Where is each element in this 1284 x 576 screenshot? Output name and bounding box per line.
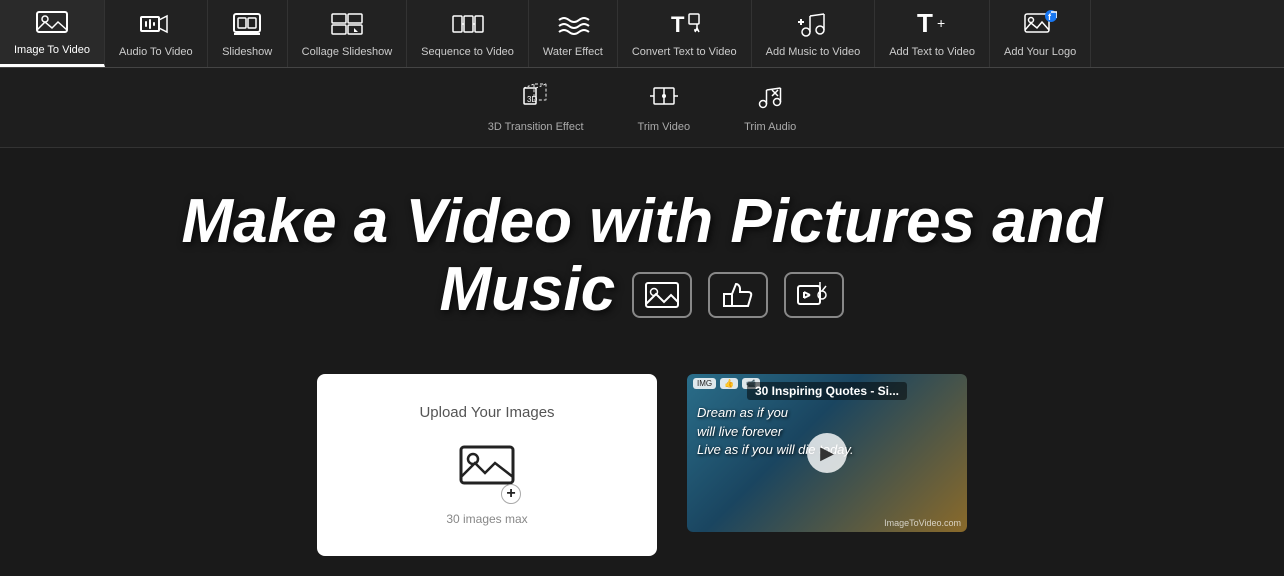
nav-label-add-text-to-video: Add Text to Video [889, 46, 975, 58]
hero-title: Make a Video with Pictures and Music [20, 188, 1264, 324]
add-text-icon: T + [915, 10, 949, 42]
nav-item-add-text-to-video[interactable]: T + Add Text to Video [875, 0, 990, 67]
svg-text:T: T [917, 10, 933, 38]
nav-item-convert-text-to-video[interactable]: T Convert Text to Video [618, 0, 752, 67]
nav-label-add-music-to-video: Add Music to Video [766, 46, 861, 58]
main-content: Upload Your Images + 30 images max IMG 👍… [0, 364, 1284, 576]
convert-text-icon: T [667, 10, 701, 42]
upload-title: Upload Your Images [419, 404, 554, 421]
secondary-navigation: 3D 3D Transition Effect Trim Video [0, 68, 1284, 148]
nav-label-convert-text-to-video: Convert Text to Video [632, 46, 737, 58]
sec-item-3d-transition[interactable]: 3D 3D Transition Effect [476, 76, 596, 139]
nav-item-add-music-to-video[interactable]: Add Music to Video [752, 0, 876, 67]
video-play-button[interactable]: ▶ [807, 433, 847, 473]
upload-limit-text: 30 images max [446, 512, 527, 526]
upload-plus-icon: + [501, 484, 521, 504]
water-effect-icon [556, 10, 590, 42]
video-title-overlay: 30 Inspiring Quotes - Si... [747, 382, 907, 400]
top-navigation: Image To Video Audio To Video Slideshow [0, 0, 1284, 68]
hero-section: Make a Video with Pictures and Music [0, 148, 1284, 364]
nav-item-audio-to-video[interactable]: Audio To Video [105, 0, 208, 67]
svg-text:T: T [671, 12, 685, 37]
nav-label-image-to-video: Image To Video [14, 44, 90, 56]
svg-text:3D: 3D [527, 95, 537, 104]
nav-item-collage-slideshow[interactable]: Collage Slideshow [288, 0, 408, 67]
nav-label-collage-slideshow: Collage Slideshow [302, 46, 393, 58]
nav-item-sequence-to-video[interactable]: Sequence to Video [407, 0, 529, 67]
nav-label-audio-to-video: Audio To Video [119, 46, 193, 58]
video-like-btn[interactable]: 👍 [720, 378, 738, 389]
hero-action-icons [632, 272, 844, 318]
sec-label-trim-audio: Trim Audio [744, 121, 796, 133]
nav-item-image-to-video[interactable]: Image To Video [0, 0, 105, 67]
video-bg: IMG 👍 📹 30 Inspiring Quotes - Si... Drea… [687, 374, 967, 532]
video-watermark: ImageToVideo.com [884, 518, 961, 528]
nav-item-add-your-logo[interactable]: f Add Your Logo [990, 0, 1091, 67]
image-to-video-icon [35, 8, 69, 40]
sec-item-trim-video[interactable]: Trim Video [626, 76, 703, 139]
audio-to-video-icon [139, 10, 173, 42]
hero-image-icon[interactable] [632, 272, 692, 318]
trim-audio-icon [754, 82, 786, 117]
add-music-icon [796, 10, 830, 42]
video-preview[interactable]: IMG 👍 📹 30 Inspiring Quotes - Si... Drea… [687, 374, 967, 532]
nav-label-sequence-to-video: Sequence to Video [421, 46, 514, 58]
nav-label-slideshow: Slideshow [222, 46, 272, 58]
sequence-to-video-icon [451, 10, 485, 42]
add-logo-icon: f [1023, 10, 1057, 42]
svg-text:+: + [937, 15, 945, 31]
upload-icon-container: + [457, 437, 517, 502]
nav-item-water-effect[interactable]: Water Effect [529, 0, 618, 67]
upload-images-box[interactable]: Upload Your Images + 30 images max [317, 374, 657, 556]
slideshow-icon [230, 10, 264, 42]
sec-label-3d-transition: 3D Transition Effect [488, 121, 584, 133]
nav-item-slideshow[interactable]: Slideshow [208, 0, 288, 67]
nav-label-water-effect: Water Effect [543, 46, 603, 58]
hero-video-icon[interactable] [784, 272, 844, 318]
nav-label-add-your-logo: Add Your Logo [1004, 46, 1076, 58]
sec-item-trim-audio[interactable]: Trim Audio [732, 76, 808, 139]
hero-like-icon[interactable] [708, 272, 768, 318]
video-img-btn[interactable]: IMG [693, 378, 716, 389]
sec-label-trim-video: Trim Video [638, 121, 691, 133]
trim-video-icon [648, 82, 680, 117]
3d-transition-icon: 3D [520, 82, 552, 117]
collage-slideshow-icon [330, 10, 364, 42]
